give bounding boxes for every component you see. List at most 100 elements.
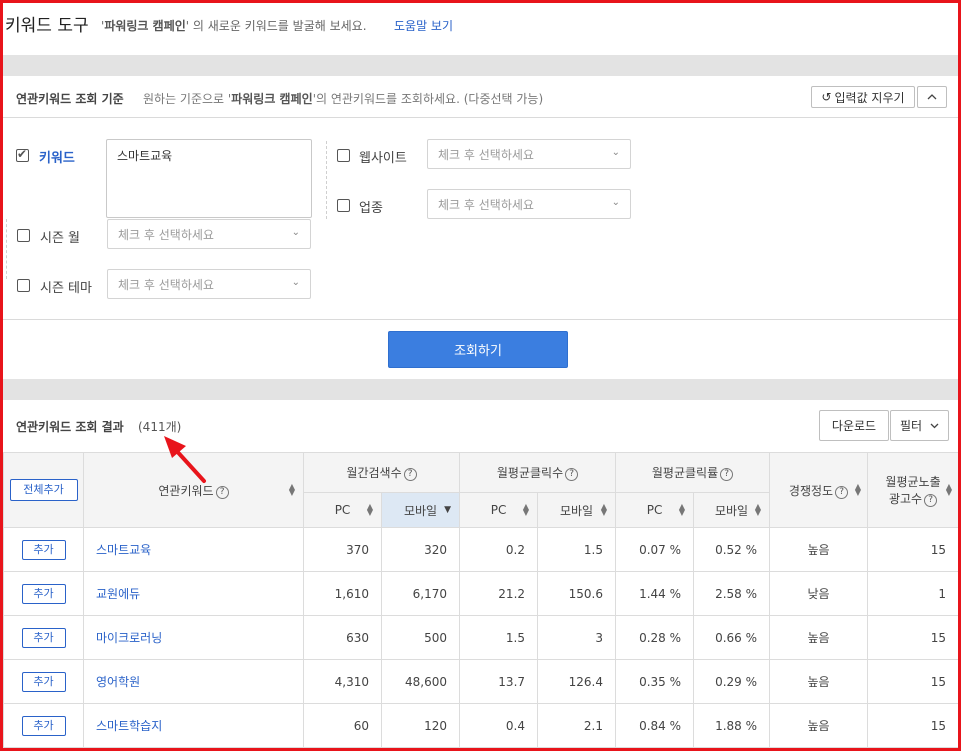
competition-cell: 높음 — [769, 703, 869, 748]
help-icon[interactable]: ? — [215, 485, 229, 499]
section-divider — [3, 55, 958, 76]
keyword-link[interactable]: 마이크로러닝 — [83, 615, 304, 660]
reset-inputs-button[interactable]: ↺ 입력값 지우기 — [811, 86, 915, 108]
add-cell: 추가 — [3, 703, 84, 748]
keyword-label: 키워드 — [39, 151, 75, 166]
keyword-link[interactable]: 영어학원 — [83, 659, 304, 704]
add-all-button[interactable]: 전체추가 — [9, 479, 78, 501]
chevron-down-icon — [930, 423, 939, 428]
download-button[interactable]: 다운로드 — [819, 410, 889, 441]
add-keyword-button[interactable]: 추가 — [21, 539, 66, 560]
add-keyword-button[interactable]: 추가 — [21, 627, 66, 648]
add-all-header: 전체추가 — [3, 452, 84, 528]
monthly-clicks-header: 월평균클릭수? — [459, 452, 617, 493]
search-pc-cell: 630 — [303, 615, 382, 660]
clicks-mobile-header[interactable]: 모바일 ▲ ▼ — [537, 492, 617, 528]
ctr-mobile-header[interactable]: 모바일 ▲ ▼ — [693, 492, 771, 528]
industry-select[interactable]: 체크 후 선택하세요 ⌄ — [427, 189, 631, 219]
add-cell: 추가 — [3, 615, 84, 660]
sort-icon: ▲ ▼ — [678, 502, 686, 517]
ctr-pc-header[interactable]: PC ▲ ▼ — [615, 492, 695, 528]
competition-cell: 높음 — [769, 659, 869, 704]
industry-checkbox[interactable] — [337, 199, 350, 212]
ctr-mobile-cell: 0.66 % — [693, 615, 771, 660]
condition-description: 원하는 기준으로 '파워링크 캠페인'의 연관키워드를 조회하세요. (다중선택… — [143, 92, 544, 106]
monthly-search-header: 월간검색수? — [302, 452, 461, 493]
add-keyword-button[interactable]: 추가 — [21, 583, 66, 604]
ads-count-header[interactable]: 월평균노출 광고수? ▲ ▼ — [867, 452, 960, 528]
season-theme-select[interactable]: 체크 후 선택하세요 ⌄ — [107, 269, 311, 299]
table-row: 추가 교원에듀 1,610 6,170 21.2 150.6 1.44 % 2.58 % 낮음 1 — [3, 571, 960, 616]
ctr-pc-cell: 1.44 % — [615, 571, 695, 616]
clicks-pc-cell: 0.4 — [459, 703, 539, 748]
search-pc-header[interactable]: PC ▲ ▼ — [303, 492, 382, 528]
add-cell: 추가 — [3, 527, 84, 572]
filter-button[interactable]: 필터 — [890, 410, 949, 441]
help-icon[interactable]: ? — [924, 494, 938, 507]
ads-count-cell: 1 — [867, 571, 960, 616]
search-mobile-header[interactable]: 모바일 ▼ — [380, 492, 461, 528]
search-pc-cell: 60 — [303, 703, 382, 748]
sort-icon: ▲ ▼ — [854, 482, 862, 497]
table-row: 추가 영어학원 4,310 48,600 13.7 126.4 0.35 % 0.29 % 높음… — [3, 659, 960, 704]
add-keyword-button[interactable]: 추가 — [21, 715, 66, 736]
competition-header[interactable]: 경쟁정도? ▲ ▼ — [769, 452, 869, 528]
section-divider — [3, 379, 958, 400]
website-select[interactable]: 체크 후 선택하세요 ⌄ — [427, 139, 631, 169]
clicks-pc-cell: 21.2 — [459, 571, 539, 616]
clicks-pc-cell: 13.7 — [459, 659, 539, 704]
ctr-pc-cell: 0.07 % — [615, 527, 695, 572]
condition-title: 연관키워드 조회 기준 — [16, 92, 124, 106]
season-theme-checkbox[interactable] — [17, 279, 30, 292]
search-pc-cell: 4,310 — [303, 659, 382, 704]
page-title: 키워드 도구 — [5, 16, 89, 36]
website-checkbox[interactable] — [337, 149, 350, 162]
ads-count-cell: 15 — [867, 527, 960, 572]
keyword-checkbox[interactable] — [16, 147, 29, 162]
keyword-link[interactable]: 스마트교육 — [83, 527, 304, 572]
ctr-mobile-cell: 1.88 % — [693, 703, 771, 748]
monthly-ctr-header: 월평균클릭률? — [615, 452, 771, 493]
search-button[interactable]: 조회하기 — [388, 331, 568, 368]
table-row: 추가 스마트교육 370 320 0.2 1.5 0.07 % 0.52 % 높음 15 — [3, 527, 960, 572]
search-pc-cell: 370 — [303, 527, 382, 572]
refresh-icon: ↺ — [821, 90, 832, 104]
table-row: 추가 마이크로러닝 630 500 1.5 3 0.28 % 0.66 % 높음 15 — [3, 615, 960, 660]
chevron-down-icon: ⌄ — [611, 147, 620, 158]
sort-icon: ▲ ▼ — [366, 502, 373, 517]
clicks-pc-cell: 1.5 — [459, 615, 539, 660]
add-keyword-button[interactable]: 추가 — [21, 671, 66, 692]
results-table: 전체추가 연관키워드? ▲ ▼ 월간검색수? 월평균클릭수? 월평균클릭률? 경쟁… — [3, 452, 960, 748]
help-icon[interactable]: ? — [720, 468, 734, 481]
help-icon[interactable]: ? — [403, 468, 417, 481]
keyword-textarea[interactable]: 스마트교육 — [106, 139, 312, 218]
search-pc-cell: 1,610 — [303, 571, 382, 616]
search-mobile-cell: 320 — [380, 527, 461, 572]
sort-icon: ▲ ▼ — [288, 482, 295, 497]
keyword-link[interactable]: 교원에듀 — [83, 571, 304, 616]
help-icon[interactable]: ? — [565, 468, 579, 481]
industry-label: 업종 — [359, 201, 383, 216]
ctr-pc-cell: 0.84 % — [615, 703, 695, 748]
competition-cell: 높음 — [769, 615, 869, 660]
season-theme-label: 시즌 테마 — [40, 281, 92, 296]
collapse-button[interactable] — [917, 86, 947, 108]
chevron-down-icon: ⌄ — [611, 197, 620, 208]
search-mobile-cell: 48,600 — [380, 659, 461, 704]
page-description: '파워링크 캠페인' 의 새로운 키워드를 발굴해 보세요. — [101, 19, 367, 33]
clicks-pc-header[interactable]: PC ▲ ▼ — [459, 492, 539, 528]
sort-icon: ▲ ▼ — [945, 482, 953, 497]
season-month-select[interactable]: 체크 후 선택하세요 ⌄ — [107, 219, 311, 249]
search-mobile-cell: 6,170 — [380, 571, 461, 616]
sort-icon: ▲ ▼ — [754, 502, 762, 517]
clicks-mobile-cell: 126.4 — [537, 659, 617, 704]
result-title: 연관키워드 조회 결과 — [16, 420, 124, 434]
chevron-down-icon: ⌄ — [291, 277, 300, 288]
sort-desc-icon: ▼ — [444, 505, 452, 515]
competition-cell: 높음 — [769, 527, 869, 572]
help-link[interactable]: 도움말 보기 — [394, 17, 453, 34]
season-month-checkbox[interactable] — [17, 229, 30, 242]
sort-icon: ▲ ▼ — [522, 502, 530, 517]
help-icon[interactable]: ? — [835, 485, 849, 499]
keyword-link[interactable]: 스마트학습지 — [83, 703, 304, 748]
